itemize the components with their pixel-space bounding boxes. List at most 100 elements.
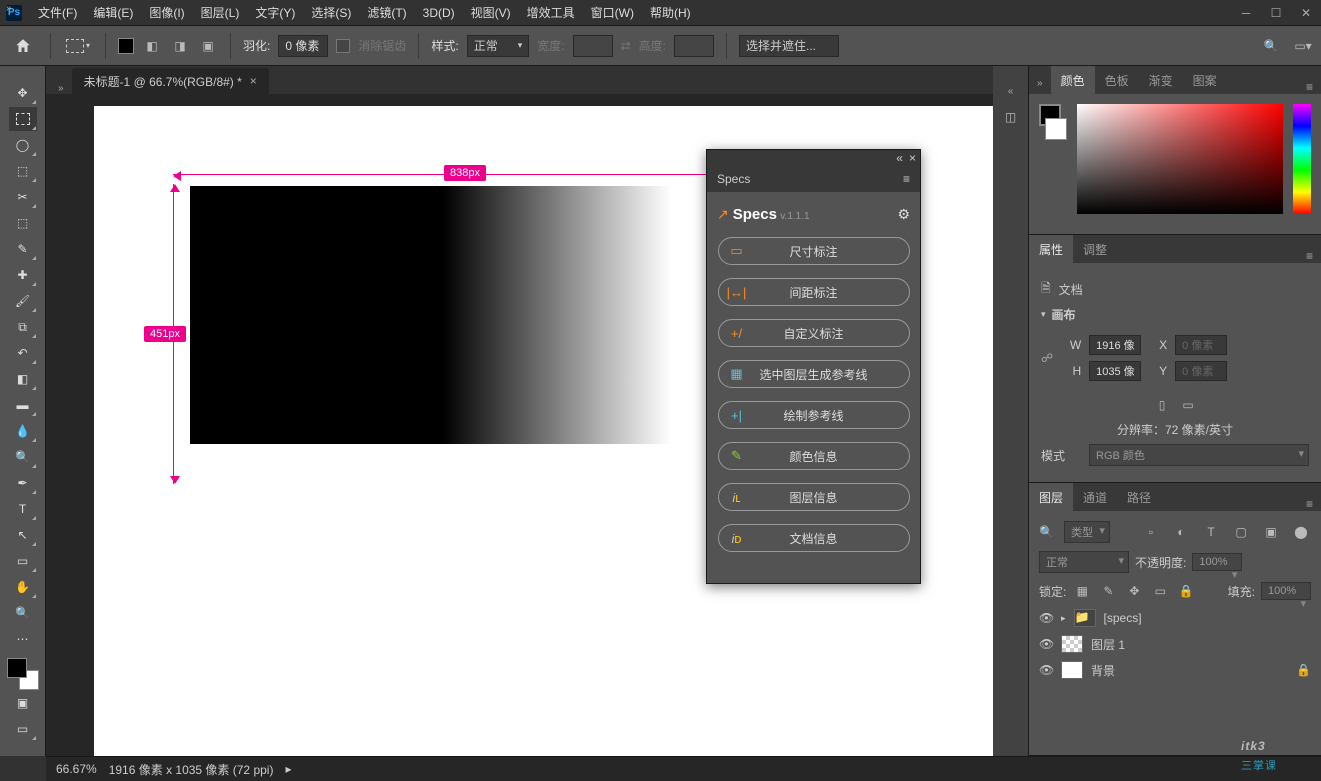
- blur-tool[interactable]: 💧: [9, 419, 37, 443]
- dodge-tool[interactable]: 🔍: [9, 445, 37, 469]
- lock-move-icon[interactable]: ✥: [1124, 581, 1144, 601]
- frame-tool[interactable]: ⬚: [9, 211, 37, 235]
- menu-type[interactable]: 文字(Y): [247, 0, 303, 25]
- path-select-tool[interactable]: ↖: [9, 523, 37, 547]
- link-icon[interactable]: ☍: [1041, 351, 1053, 365]
- crop-tool[interactable]: ✂: [9, 185, 37, 209]
- specs-spacing-button[interactable]: |↔|间距标注: [718, 278, 910, 306]
- opacity-input[interactable]: 100%: [1192, 553, 1242, 571]
- filter-smart-icon[interactable]: ▣: [1261, 522, 1281, 542]
- healing-tool[interactable]: ✚: [9, 263, 37, 287]
- move-tool[interactable]: ✥: [9, 81, 37, 105]
- menu-layer[interactable]: 图层(L): [193, 0, 248, 25]
- specs-collapse-icon[interactable]: «: [896, 151, 903, 165]
- fill-input[interactable]: 100%: [1261, 582, 1311, 600]
- lock-position-icon[interactable]: ✎: [1098, 581, 1118, 601]
- menu-edit[interactable]: 编辑(E): [85, 0, 141, 25]
- layer-name[interactable]: [specs]: [1104, 611, 1142, 625]
- tab-patterns[interactable]: 图案: [1183, 66, 1227, 94]
- color-field[interactable]: [1077, 104, 1283, 214]
- style-select[interactable]: 正常▾: [467, 35, 530, 57]
- layer-name[interactable]: 图层 1: [1091, 636, 1125, 653]
- color-swatches[interactable]: [7, 658, 39, 690]
- tab-color[interactable]: 颜色: [1051, 66, 1095, 94]
- layer-row-1[interactable]: 👁 图层 1: [1039, 631, 1311, 657]
- canvas-section-header[interactable]: ▾画布: [1041, 306, 1309, 323]
- quick-mask-toggle[interactable]: ▣: [9, 691, 37, 715]
- tab-channels[interactable]: 通道: [1073, 483, 1117, 511]
- filter-toggle-icon[interactable]: ⬤: [1291, 522, 1311, 542]
- window-maximize-button[interactable]: ☐: [1261, 2, 1291, 24]
- specs-doc-info-button[interactable]: iᴅ文档信息: [718, 524, 910, 552]
- selection-subtract-icon[interactable]: ◨: [170, 36, 190, 56]
- strip-icon-1[interactable]: ◫: [1001, 107, 1021, 127]
- layer-name[interactable]: 背景: [1091, 662, 1115, 679]
- menu-filter[interactable]: 滤镜(T): [359, 0, 414, 25]
- document-tab[interactable]: 未标题-1 @ 66.7%(RGB/8#) * ×: [72, 68, 269, 94]
- gradient-rectangle-layer[interactable]: [190, 186, 696, 444]
- layer-filter-select[interactable]: 类型: [1064, 521, 1110, 543]
- brush-tool[interactable]: 🖌: [9, 289, 37, 313]
- marquee-tool[interactable]: [9, 107, 37, 131]
- selection-intersect-icon[interactable]: ▣: [198, 36, 218, 56]
- layer-visibility-icon[interactable]: 👁: [1039, 663, 1053, 677]
- specs-panel[interactable]: « × Specs ≡ ↗Specs v.1.1.1 ⚙ ▭尺寸标注 |↔|间距…: [706, 149, 921, 584]
- specs-settings-icon[interactable]: ⚙: [897, 206, 910, 223]
- orientation-portrait-icon[interactable]: ▯: [1152, 395, 1172, 415]
- lock-pixels-icon[interactable]: ▦: [1072, 581, 1092, 601]
- layer-row-background[interactable]: 👁 背景 🔒: [1039, 657, 1311, 683]
- layer-visibility-icon[interactable]: 👁: [1039, 637, 1053, 651]
- window-close-button[interactable]: ✕: [1291, 2, 1321, 24]
- tab-paths[interactable]: 路径: [1117, 483, 1161, 511]
- specs-panel-menu-icon[interactable]: ≡: [903, 172, 910, 186]
- tab-swatches[interactable]: 色板: [1095, 66, 1139, 94]
- color-mode-select[interactable]: RGB 颜色: [1089, 444, 1309, 466]
- menu-plugins[interactable]: 增效工具: [519, 0, 583, 25]
- tab-gradients[interactable]: 渐变: [1139, 66, 1183, 94]
- specs-draw-guides-button[interactable]: +|绘制参考线: [718, 401, 910, 429]
- gradient-tool[interactable]: ▬: [9, 393, 37, 417]
- layer-visibility-icon[interactable]: 👁: [1039, 611, 1053, 625]
- tab-adjustments[interactable]: 调整: [1073, 235, 1117, 263]
- select-and-mask-button[interactable]: 选择并遮住...: [739, 35, 839, 57]
- history-brush-tool[interactable]: ↶: [9, 341, 37, 365]
- quick-select-tool[interactable]: ⬚: [9, 159, 37, 183]
- eraser-tool[interactable]: ◧: [9, 367, 37, 391]
- menu-view[interactable]: 视图(V): [463, 0, 519, 25]
- workspace-icon[interactable]: ▭▾: [1293, 36, 1313, 56]
- zoom-tool[interactable]: 🔍: [9, 601, 37, 625]
- type-tool[interactable]: T: [9, 497, 37, 521]
- filter-adj-icon[interactable]: ◐: [1171, 522, 1191, 542]
- shape-tool[interactable]: ▭: [9, 549, 37, 573]
- antialias-checkbox[interactable]: [336, 39, 350, 53]
- specs-layer-info-button[interactable]: iʟ图层信息: [718, 483, 910, 511]
- hand-tool[interactable]: ✋: [9, 575, 37, 599]
- current-tool-icon[interactable]: ▾: [63, 31, 93, 61]
- blend-mode-select[interactable]: 正常: [1039, 551, 1129, 573]
- color-panel-expand-icon[interactable]: »: [1029, 73, 1051, 94]
- selection-add-icon[interactable]: ◧: [142, 36, 162, 56]
- window-minimize-button[interactable]: ─: [1231, 2, 1261, 24]
- tab-properties[interactable]: 属性: [1029, 235, 1073, 263]
- canvas-height-input[interactable]: [1089, 361, 1141, 381]
- toolbox-expand-icon[interactable]: »: [6, 3, 12, 14]
- strip-expand-icon[interactable]: «: [1008, 86, 1014, 97]
- layer-filter-search-icon[interactable]: 🔍: [1039, 525, 1054, 539]
- more-tools[interactable]: ⋯: [9, 627, 37, 651]
- specs-size-button[interactable]: ▭尺寸标注: [718, 237, 910, 265]
- home-button[interactable]: [8, 31, 38, 61]
- menu-help[interactable]: 帮助(H): [642, 0, 699, 25]
- specs-tab-label[interactable]: Specs: [717, 172, 750, 186]
- pen-tool[interactable]: ✒: [9, 471, 37, 495]
- zoom-level[interactable]: 66.67%: [56, 762, 97, 776]
- status-expand-icon[interactable]: ▸: [285, 762, 291, 776]
- tab-layers[interactable]: 图层: [1029, 483, 1073, 511]
- foreground-background-swatch[interactable]: [1039, 104, 1067, 140]
- properties-panel-menu-icon[interactable]: ≡: [1298, 249, 1321, 263]
- specs-close-icon[interactable]: ×: [909, 151, 916, 165]
- lock-artboard-icon[interactable]: ▭: [1150, 581, 1170, 601]
- search-icon[interactable]: 🔍: [1261, 36, 1281, 56]
- specs-panel-header[interactable]: « ×: [707, 150, 920, 166]
- filter-shape-icon[interactable]: ▢: [1231, 522, 1251, 542]
- filter-type-icon[interactable]: T: [1201, 522, 1221, 542]
